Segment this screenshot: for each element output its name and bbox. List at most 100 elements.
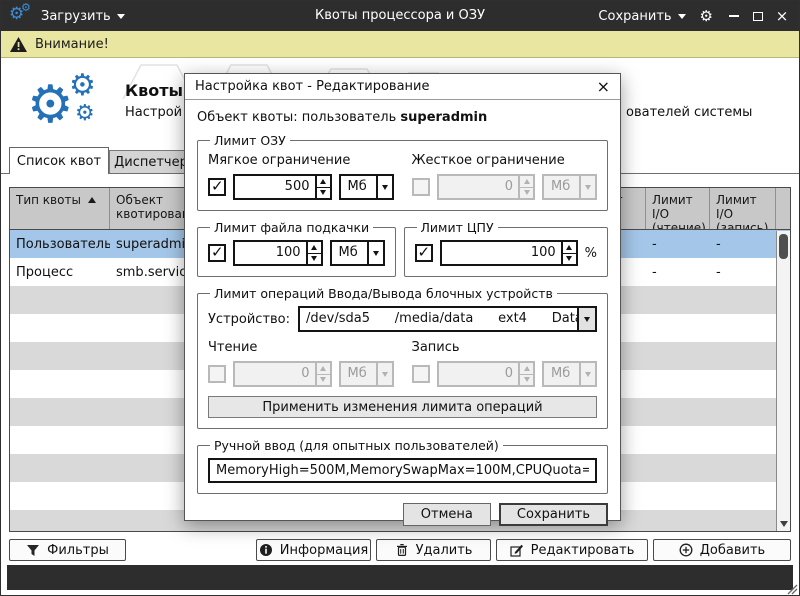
page-title: Квоты [125, 81, 183, 100]
cpu-limit-group: Лимит ЦПУ 100 % [404, 220, 608, 277]
arrow-down-icon [311, 256, 317, 261]
apply-io-limit-button[interactable]: Применить изменения лимита операций [208, 396, 597, 418]
dialog-close-icon[interactable]: × [597, 79, 610, 95]
io-read-unit-select: Мб [339, 361, 394, 387]
spin-up-button[interactable] [308, 242, 321, 254]
spin-up-button [520, 363, 533, 375]
ram-limit-legend: Лимит ОЗУ [210, 133, 290, 148]
cell-io-write: - [710, 237, 776, 252]
column-header-filler [776, 188, 790, 229]
cancel-button[interactable]: Отмена [403, 503, 491, 526]
hard-limit-spinbox: 0 [437, 174, 536, 200]
arrow-down-icon [320, 377, 326, 382]
cell-quota-type: Процесс [10, 265, 110, 280]
manual-input-legend: Ручной ввод (для опытных пользователей) [210, 438, 503, 453]
cell-io-read: - [646, 265, 710, 280]
spin-down-button [520, 188, 533, 199]
spin-down-button[interactable] [308, 254, 321, 265]
arrow-down-icon [320, 190, 326, 195]
info-button[interactable]: Информация [256, 539, 371, 561]
window-controls: × [727, 8, 789, 24]
quota-object-label: Объект квоты: пользователь [197, 110, 396, 125]
swap-limit-unit-select[interactable]: Мб [330, 240, 385, 266]
cpu-limit-legend: Лимит ЦПУ [417, 220, 498, 235]
warning-text: Внимание! [35, 37, 109, 52]
hard-limit-label: Жесткое ограничение [412, 153, 598, 168]
spin-up-button[interactable] [317, 176, 330, 188]
quota-object-value: superadmin [400, 110, 487, 125]
soft-limit-spinbox[interactable]: 500 [233, 174, 332, 200]
io-limit-legend: Лимит операций Ввода/Вывода блочных устр… [210, 286, 557, 301]
chevron-down-icon [678, 14, 686, 19]
swap-limit-checkbox[interactable] [208, 244, 226, 262]
io-write-checkbox[interactable] [412, 365, 430, 383]
hard-limit-checkbox[interactable] [412, 178, 430, 196]
tab-quota-list[interactable]: Список квот [9, 147, 109, 174]
funnel-icon [26, 544, 40, 557]
cpu-limit-checkbox[interactable] [415, 244, 433, 262]
maximize-button[interactable] [751, 8, 765, 24]
app-window: ⚙ ⚙ Загрузить Квоты процессора и ОЗУ Сох… [0, 0, 800, 596]
io-read-checkbox[interactable] [208, 365, 226, 383]
settings-gear-icon[interactable]: ⚙ [700, 9, 713, 24]
load-menu-button[interactable]: Загрузить [41, 9, 125, 24]
add-button[interactable]: Добавить [653, 539, 791, 561]
minimize-button[interactable] [727, 8, 741, 24]
unit-value: Мб [544, 176, 579, 198]
page-subtitle-fragment: Настрой [125, 105, 182, 120]
unit-value: Мб [544, 363, 579, 385]
manual-input-field[interactable] [208, 458, 597, 483]
column-header-type[interactable]: Тип квоты [10, 188, 110, 229]
manual-input-group: Ручной ввод (для опытных пользователей) [197, 438, 608, 494]
gear-icon: ⚙ [27, 79, 74, 131]
scrollbar-down-arrow-icon[interactable] [780, 521, 788, 527]
io-read-label: Чтение [208, 340, 394, 355]
device-select[interactable]: /dev/sda5 /media/data ext4 Data [298, 306, 597, 332]
save-button[interactable]: Сохранить [499, 503, 608, 526]
device-label: Устройство: [208, 312, 290, 327]
column-header-io-write[interactable]: Лимит I/O (запись) [710, 188, 776, 229]
arrow-down-icon [524, 190, 530, 195]
arrow-down-icon [566, 256, 572, 261]
column-header-io-read[interactable]: Лимит I/O (чтение) [646, 188, 710, 229]
delete-button-label: Удалить [416, 543, 473, 558]
close-button[interactable]: × [775, 8, 789, 24]
spin-down-button[interactable] [563, 254, 576, 265]
sort-ascending-icon [88, 197, 96, 203]
maximize-icon [753, 12, 763, 21]
swap-limit-spinbox[interactable]: 100 [233, 240, 323, 266]
arrow-up-icon [320, 366, 326, 371]
chevron-down-icon [376, 363, 392, 385]
info-button-label: Информация [280, 543, 368, 558]
save-menu-button[interactable]: Сохранить [598, 9, 685, 24]
table-scrollbar[interactable] [776, 231, 790, 531]
filters-button[interactable]: Фильтры [9, 539, 126, 561]
trash-icon [395, 543, 409, 557]
resize-grip[interactable] [786, 583, 798, 595]
arrow-up-icon [311, 245, 317, 250]
scrollbar-thumb[interactable] [779, 234, 788, 259]
cpu-limit-spinbox[interactable]: 100 [440, 240, 578, 266]
tab-manager[interactable]: Диспетчер [109, 150, 193, 173]
arrow-up-icon [566, 245, 572, 250]
gear-icon: ⚙ [21, 2, 31, 13]
spin-down-button [520, 375, 533, 386]
pencil-icon [510, 543, 524, 557]
chevron-down-icon [376, 176, 392, 198]
cpu-limit-value: 100 [442, 242, 561, 264]
chevron-down-icon [117, 14, 125, 19]
edit-button[interactable]: Редактировать [496, 539, 648, 561]
soft-limit-unit-select[interactable]: Мб [339, 174, 394, 200]
dialog-titlebar: Настройка квот - Редактирование × [185, 74, 620, 100]
io-read-spinbox: 0 [233, 361, 332, 387]
delete-button[interactable]: Удалить [376, 539, 491, 561]
io-write-label: Запись [412, 340, 598, 355]
hard-limit-unit-select: Мб [542, 174, 597, 200]
spin-down-button[interactable] [317, 188, 330, 199]
app-gears-logo: ⚙ ⚙ ⚙ [27, 75, 119, 141]
add-button-label: Добавить [700, 543, 765, 558]
app-logo-icon: ⚙ ⚙ [9, 5, 33, 27]
spin-up-button[interactable] [563, 242, 576, 254]
cell-io-read: - [646, 237, 710, 252]
soft-limit-checkbox[interactable] [208, 178, 226, 196]
